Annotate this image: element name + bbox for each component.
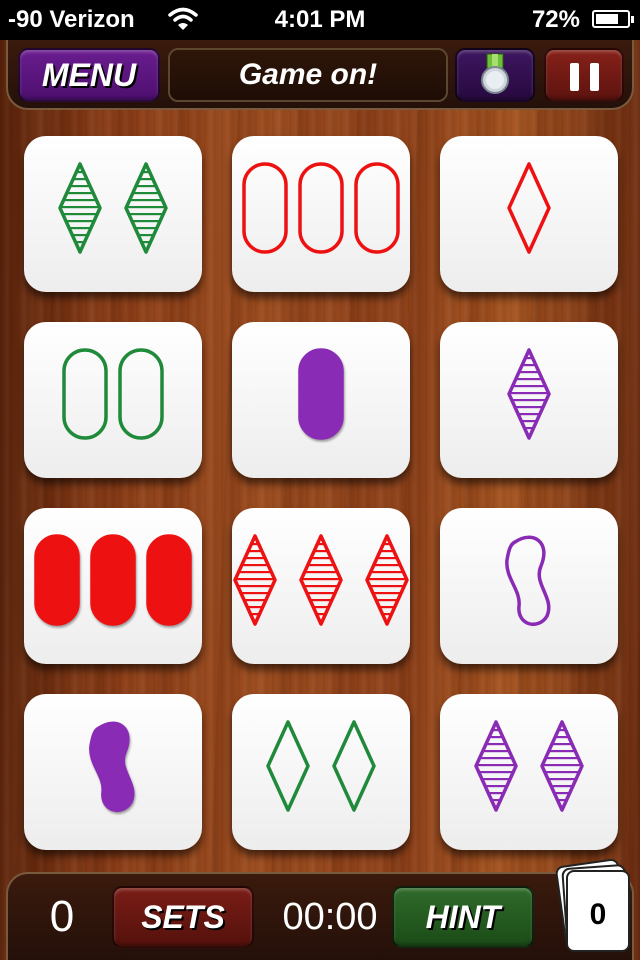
pause-button[interactable] — [544, 48, 624, 102]
set-card[interactable] — [232, 136, 410, 292]
set-card[interactable] — [24, 694, 202, 850]
squiggle-symbol — [505, 535, 551, 627]
oval-symbol — [298, 162, 344, 254]
set-card[interactable] — [440, 694, 618, 850]
diamond-symbol — [507, 348, 551, 440]
status-bar: -90 Verizon 4:01 PM 72% — [0, 0, 640, 40]
diamond-symbol — [124, 162, 168, 254]
oval-symbol — [62, 348, 108, 440]
battery-percent: 72% — [531, 6, 580, 33]
game-message: Game on! — [168, 48, 448, 102]
oval-symbol — [34, 534, 80, 626]
hint-button[interactable]: HINT — [392, 886, 534, 948]
squiggle-symbol — [89, 721, 135, 813]
game-timer: 00:00 — [282, 896, 378, 938]
score: 0 — [49, 892, 75, 941]
diamond-symbol — [540, 720, 584, 812]
diamond-symbol — [365, 534, 409, 626]
battery-icon — [592, 10, 634, 28]
diamond-symbol — [299, 534, 343, 626]
set-card[interactable] — [232, 694, 410, 850]
oval-symbol — [118, 348, 164, 440]
diamond-symbol — [58, 162, 102, 254]
oval-symbol — [90, 534, 136, 626]
set-card[interactable] — [440, 322, 618, 478]
diamond-symbol — [332, 720, 376, 812]
achievements-button[interactable] — [455, 48, 535, 102]
oval-symbol — [242, 162, 288, 254]
set-card[interactable] — [232, 322, 410, 478]
oval-symbol — [146, 534, 192, 626]
oval-symbol — [354, 162, 400, 254]
deck-count: 0 — [589, 898, 607, 931]
set-card[interactable] — [440, 136, 618, 292]
top-bar: MENU Game on! — [6, 40, 634, 110]
set-card[interactable] — [232, 508, 410, 664]
oval-symbol — [298, 348, 344, 440]
set-card[interactable] — [24, 508, 202, 664]
diamond-symbol — [233, 534, 277, 626]
menu-button[interactable]: MENU — [18, 48, 160, 102]
diamond-symbol — [266, 720, 310, 812]
diamond-symbol — [507, 162, 551, 254]
set-card[interactable] — [24, 136, 202, 292]
sets-button[interactable]: SETS — [112, 886, 254, 948]
deck-pile[interactable]: 0 — [546, 857, 636, 958]
diamond-symbol — [474, 720, 518, 812]
set-card[interactable] — [24, 322, 202, 478]
set-card[interactable] — [440, 508, 618, 664]
bottom-bar: 0 SETS 00:00 HINT — [6, 872, 634, 960]
medal-icon — [481, 53, 509, 94]
deck-card-front: 0 — [566, 870, 630, 952]
